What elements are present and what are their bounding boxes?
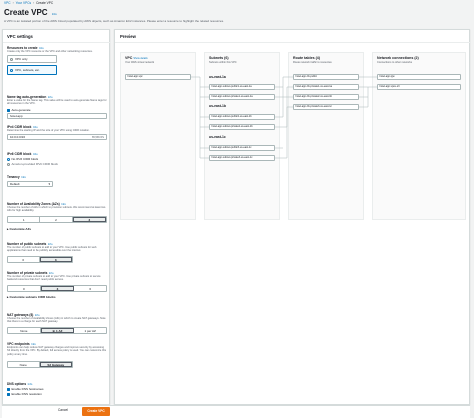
name-tag-desc: Enter a value for the Name tag. This val… xyxy=(7,99,107,106)
auto-generate-checkbox[interactable]: Auto-generate xyxy=(7,108,31,112)
public-subnets-desc: The number of public subnets to add to y… xyxy=(7,246,97,253)
azs-segmented-control: 1 2 3 xyxy=(7,216,107,223)
dns-label: DNS options Info xyxy=(7,382,33,386)
checkbox-checked-icon xyxy=(7,108,10,112)
page-title: Create VPC Info xyxy=(4,8,57,17)
breadcrumb-current: Create VPC xyxy=(36,1,54,5)
private-subnets-segmented-control: 0 3 6 xyxy=(7,285,107,292)
private-subnets-option-0[interactable]: 0 xyxy=(8,286,41,291)
public-subnets-option-0[interactable]: 0 xyxy=(8,257,40,262)
tenancy-info-link[interactable]: Info xyxy=(21,175,26,179)
preview-panel: Preview VPC Show details Your AWS virtua… xyxy=(114,29,471,405)
page-info-link[interactable]: Info xyxy=(52,12,57,16)
endpoints-option-s3[interactable]: S3 Gateway xyxy=(39,362,72,367)
endpoints-option-none[interactable]: None xyxy=(8,362,40,367)
cidr-input[interactable]: 10.0.0.0/16 65,536 IPs xyxy=(7,134,107,140)
azs-option-2[interactable]: 2 xyxy=(40,217,73,222)
customize-azs-expander[interactable]: ▸ Customize AZs xyxy=(7,227,31,231)
settings-title: VPC settings xyxy=(7,34,33,39)
page-description: A VPC is an isolated portion of the AWS … xyxy=(4,19,224,23)
nat-desc: Choose the number of Availability Zones … xyxy=(7,317,106,324)
nat-segmented-control: None In 1 AZ 1 per AZ xyxy=(7,327,107,334)
azs-option-3[interactable]: 3 xyxy=(72,217,106,222)
ipv6-info-link[interactable]: Info xyxy=(33,152,38,156)
ipv6-label: IPv6 CIDR block Info xyxy=(7,152,38,156)
name-tag-input[interactable]: hotel-app xyxy=(7,113,107,119)
radio-icon xyxy=(7,162,10,166)
chevron-right-icon: › xyxy=(33,1,35,5)
breadcrumb-vpc[interactable]: VPC xyxy=(4,1,11,5)
azs-option-1[interactable]: 1 xyxy=(8,217,41,222)
checkbox-checked-icon xyxy=(7,392,10,396)
dns-resolution-checkbox[interactable]: Enable DNS resolution xyxy=(7,392,42,396)
footer-bar xyxy=(2,405,470,418)
cancel-button[interactable]: Cancel xyxy=(58,408,68,412)
resources-desc: Create only the VPC resource or the VPC … xyxy=(7,50,93,53)
nat-option-none[interactable]: None xyxy=(8,328,41,333)
resources-option-vpc-only[interactable]: VPC only xyxy=(7,55,57,63)
dns-info-link[interactable]: Info xyxy=(28,382,33,386)
chevron-right-icon: › xyxy=(12,1,14,5)
breadcrumb-your-vpcs[interactable]: Your VPCs xyxy=(16,1,31,5)
nat-option-1-az[interactable]: In 1 AZ xyxy=(40,328,75,333)
private-subnets-option-6[interactable]: 6 xyxy=(74,286,106,291)
customize-subnets-expander[interactable]: ▸ Customize subnets CIDR blocks xyxy=(7,295,56,299)
tenancy-select[interactable]: Default ▾ xyxy=(7,181,53,187)
radio-selected-icon xyxy=(7,157,10,161)
endpoints-segmented-control: None S3 Gateway xyxy=(7,361,73,368)
tenancy-label: Tenancy Info xyxy=(7,175,26,179)
connector-lines xyxy=(191,76,377,159)
azs-desc: Choose the number of AZs in which to pro… xyxy=(7,206,106,213)
private-subnets-desc: The number of private subnets to add to … xyxy=(7,275,101,282)
create-vpc-button[interactable]: Create VPC xyxy=(82,406,110,416)
nat-option-per-az[interactable]: 1 per AZ xyxy=(74,328,106,333)
radio-icon xyxy=(10,57,13,61)
resources-option-vpc-and-more[interactable]: VPC, subnets, etc. xyxy=(7,65,57,75)
ipv6-option-amazon[interactable]: Amazon-provided IPv6 CIDR block xyxy=(7,162,58,166)
chevron-down-icon: ▾ xyxy=(48,182,50,186)
cidr-desc: Determine the starting IP and the size o… xyxy=(7,129,90,132)
vpc-settings-panel: VPC settings Resources to create Info Cre… xyxy=(2,29,111,405)
breadcrumb: VPC › Your VPCs › Create VPC xyxy=(4,1,53,5)
checkbox-checked-icon xyxy=(7,387,10,391)
dns-hostnames-checkbox[interactable]: Enable DNS hostnames xyxy=(7,387,44,391)
cidr-ip-count: 65,536 IPs xyxy=(92,135,104,139)
endpoints-desc: Endpoints can help reduce NAT gateway ch… xyxy=(7,346,107,356)
caret-right-icon: ▸ xyxy=(7,227,9,231)
public-subnets-segmented-control: 0 3 xyxy=(7,256,73,263)
page-title-text: Create VPC xyxy=(4,8,48,17)
private-subnets-option-3[interactable]: 3 xyxy=(40,286,75,291)
ipv6-option-none[interactable]: No IPv6 CIDR block xyxy=(7,157,38,161)
radio-selected-icon xyxy=(10,68,13,72)
public-subnets-option-3[interactable]: 3 xyxy=(39,257,72,262)
caret-right-icon: ▸ xyxy=(7,295,9,299)
